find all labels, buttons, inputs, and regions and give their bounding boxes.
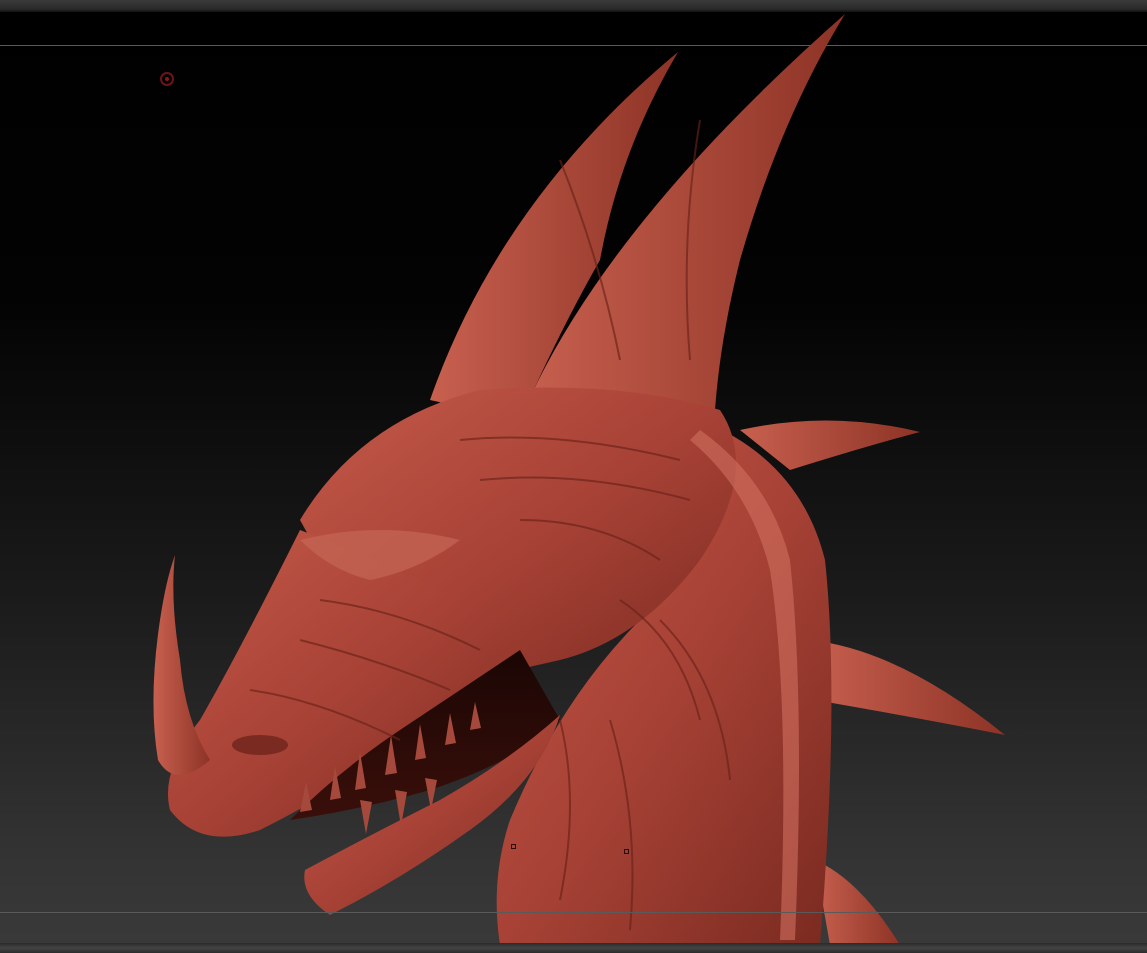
- transpose-marker[interactable]: [624, 849, 629, 854]
- dragon-eye: [232, 735, 288, 755]
- viewport-bottom-border: [0, 943, 1147, 953]
- sculpt-viewport[interactable]: [0, 0, 1147, 953]
- transpose-marker[interactable]: [511, 844, 516, 849]
- dragon-head-model[interactable]: [0, 0, 1147, 953]
- back-spike-lower: [815, 860, 900, 945]
- frame-guide-bottom: [0, 912, 1147, 913]
- brush-circle-icon: [160, 72, 174, 86]
- back-spike-middle: [810, 640, 1005, 735]
